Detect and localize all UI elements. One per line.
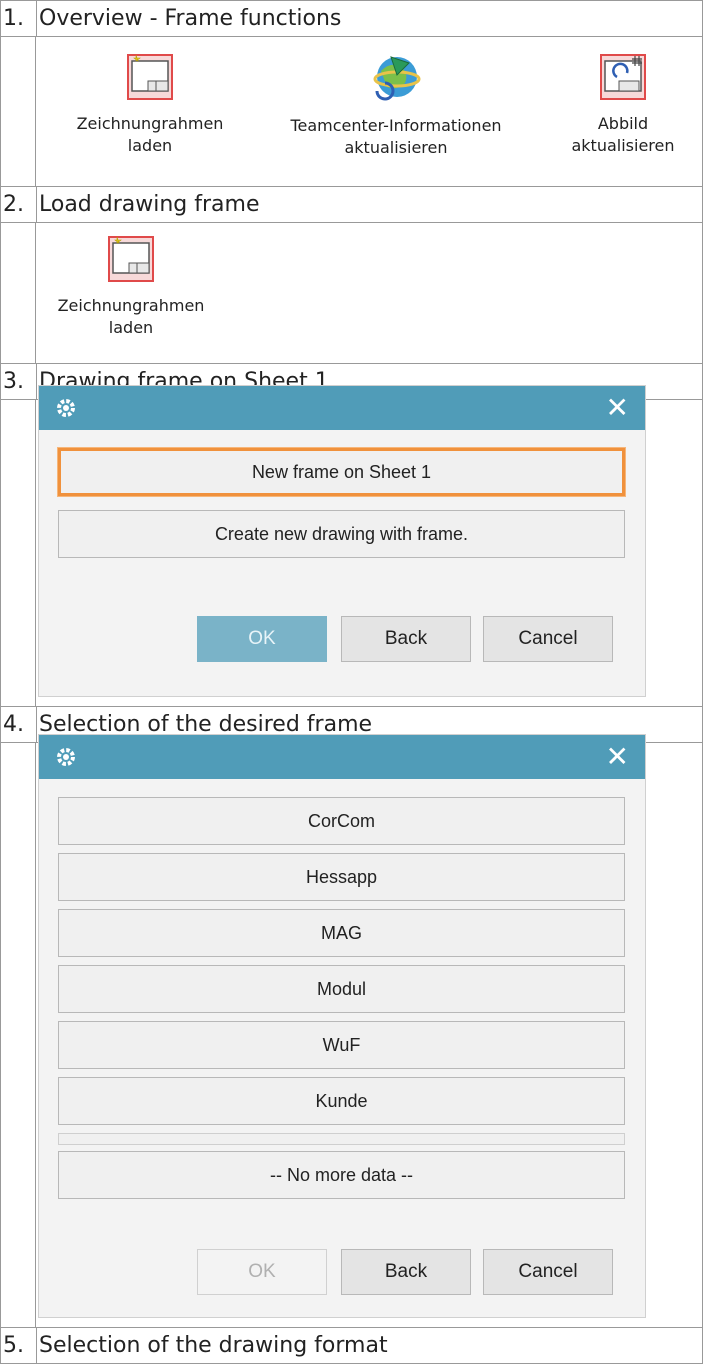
- back-button[interactable]: Back: [341, 1249, 471, 1295]
- update-image-icon: [600, 54, 646, 100]
- load-frame-button[interactable]: Zeichnungrahmen laden: [34, 235, 228, 339]
- ok-button[interactable]: OK: [197, 1249, 327, 1295]
- section-title: Load drawing frame: [36, 186, 703, 223]
- instruction-table: 1. Overview - Frame functions Zeichnungr…: [0, 0, 704, 1364]
- frame-option-corcom[interactable]: CorCom: [58, 797, 625, 845]
- ribbon-label: aktualisieren: [571, 136, 675, 155]
- dialog-title-bar: ✕: [39, 735, 645, 779]
- dialog-title-bar: ✕: [39, 386, 645, 430]
- section-number: 3.: [0, 363, 36, 400]
- empty-number-cell: [0, 37, 36, 186]
- new-frame-sheet-button[interactable]: New frame on Sheet 1: [58, 448, 625, 496]
- cancel-button[interactable]: Cancel: [483, 1249, 613, 1295]
- load-frame-icon: [108, 236, 154, 282]
- cancel-button[interactable]: Cancel: [483, 616, 613, 662]
- frame-option-kunde[interactable]: Kunde: [58, 1077, 625, 1125]
- load-frame-button[interactable]: Zeichnungrahmen laden: [58, 53, 242, 157]
- empty-number-cell: [0, 400, 36, 706]
- frame-option-wuf[interactable]: WuF: [58, 1021, 625, 1069]
- ribbon-label: Zeichnungrahmen: [76, 114, 224, 133]
- ribbon-content: Zeichnungrahmen laden Teamcenter-Informa…: [36, 37, 703, 186]
- back-button[interactable]: Back: [341, 616, 471, 662]
- gear-icon: [57, 399, 75, 417]
- close-icon[interactable]: ✕: [606, 392, 629, 424]
- frame-dialog: ✕ CorCom Hessapp MAG Modul WuF Kunde -- …: [38, 734, 646, 1318]
- ribbon-label: Zeichnungrahmen: [57, 296, 205, 315]
- close-icon[interactable]: ✕: [606, 741, 629, 773]
- gear-icon: [57, 748, 75, 766]
- section-title: Selection of the drawing format: [36, 1327, 703, 1364]
- load-frame-icon: [127, 54, 173, 100]
- section-number: 5.: [0, 1327, 36, 1364]
- teamcenter-update-button[interactable]: Teamcenter-Informationen aktualisieren: [254, 51, 538, 159]
- ribbon-label: laden: [108, 318, 154, 337]
- sheet-dialog: ✕ New frame on Sheet 1 Create new drawin…: [38, 385, 646, 697]
- frame-option-mag[interactable]: MAG: [58, 909, 625, 957]
- frame-option-hessapp[interactable]: Hessapp: [58, 853, 625, 901]
- ribbon-label: Abbild: [597, 114, 649, 133]
- ribbon-label: Teamcenter-Informationen: [290, 116, 502, 135]
- section-number: 2.: [0, 186, 36, 223]
- no-more-data-item: -- No more data --: [58, 1151, 625, 1199]
- teamcenter-globe-icon: [373, 56, 421, 101]
- list-separator: [58, 1133, 625, 1145]
- section-title: Overview - Frame functions: [36, 0, 703, 37]
- update-image-button[interactable]: Abbild aktualisieren: [546, 53, 700, 157]
- section-number: 4.: [0, 706, 36, 743]
- empty-number-cell: [0, 223, 36, 363]
- frame-option-modul[interactable]: Modul: [58, 965, 625, 1013]
- create-drawing-button[interactable]: Create new drawing with frame.: [58, 510, 625, 558]
- ok-button[interactable]: OK: [197, 616, 327, 662]
- load-frame-content: Zeichnungrahmen laden: [36, 223, 703, 363]
- empty-number-cell: [0, 743, 36, 1327]
- ribbon-label: laden: [127, 136, 173, 155]
- ribbon-label: aktualisieren: [344, 138, 448, 157]
- section-number: 1.: [0, 0, 36, 37]
